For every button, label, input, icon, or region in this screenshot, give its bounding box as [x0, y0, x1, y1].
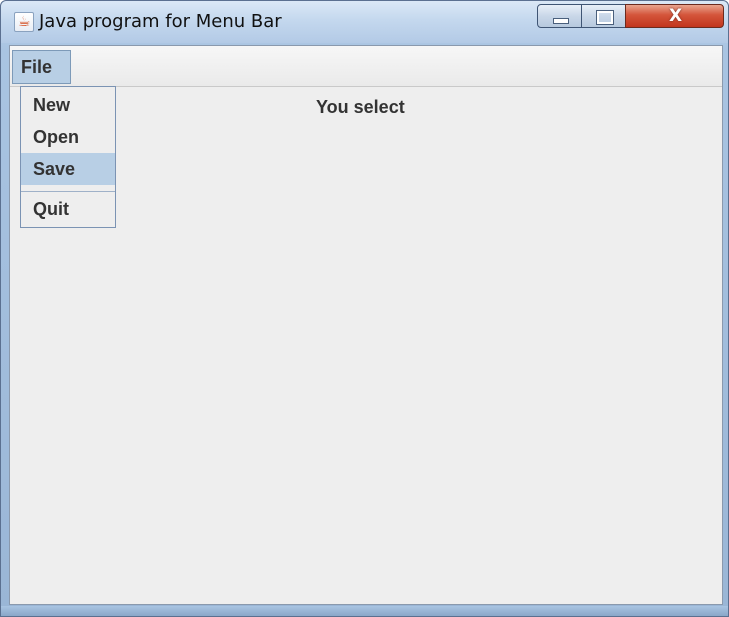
app-window: ☕ Java program for Menu Bar X File You s… [0, 0, 729, 617]
title-bar[interactable]: ☕ Java program for Menu Bar X [1, 1, 728, 43]
menu-item-label: Save [33, 159, 76, 179]
menu-separator [21, 191, 115, 192]
menu-item-save[interactable]: Save [21, 153, 115, 185]
client-area: File You select New Open Save Quit [9, 45, 723, 605]
java-icon[interactable]: ☕ [14, 12, 34, 32]
maximize-button[interactable] [581, 4, 626, 28]
close-button[interactable]: X [625, 4, 724, 28]
close-icon: X [668, 6, 683, 26]
menu-bar: File [10, 46, 722, 87]
menu-item-open[interactable]: Open [21, 121, 115, 153]
menu-item-label: New [33, 95, 71, 115]
window-title: Java program for Menu Bar [39, 11, 282, 32]
menu-item-label: Quit [33, 199, 69, 219]
maximize-icon [596, 10, 614, 25]
window-bottom-border[interactable] [1, 606, 728, 616]
menu-file-label: File [21, 57, 53, 77]
window-controls: X [537, 4, 724, 28]
file-menu-popup: New Open Save Quit [20, 86, 116, 228]
minimize-icon [553, 18, 569, 24]
menu-item-new[interactable]: New [21, 89, 115, 121]
selection-status-label: You select [316, 97, 405, 117]
menu-file[interactable]: File [12, 50, 71, 84]
menu-item-label: Open [33, 127, 80, 147]
menu-item-quit[interactable]: Quit [21, 193, 115, 225]
minimize-button[interactable] [537, 4, 582, 28]
